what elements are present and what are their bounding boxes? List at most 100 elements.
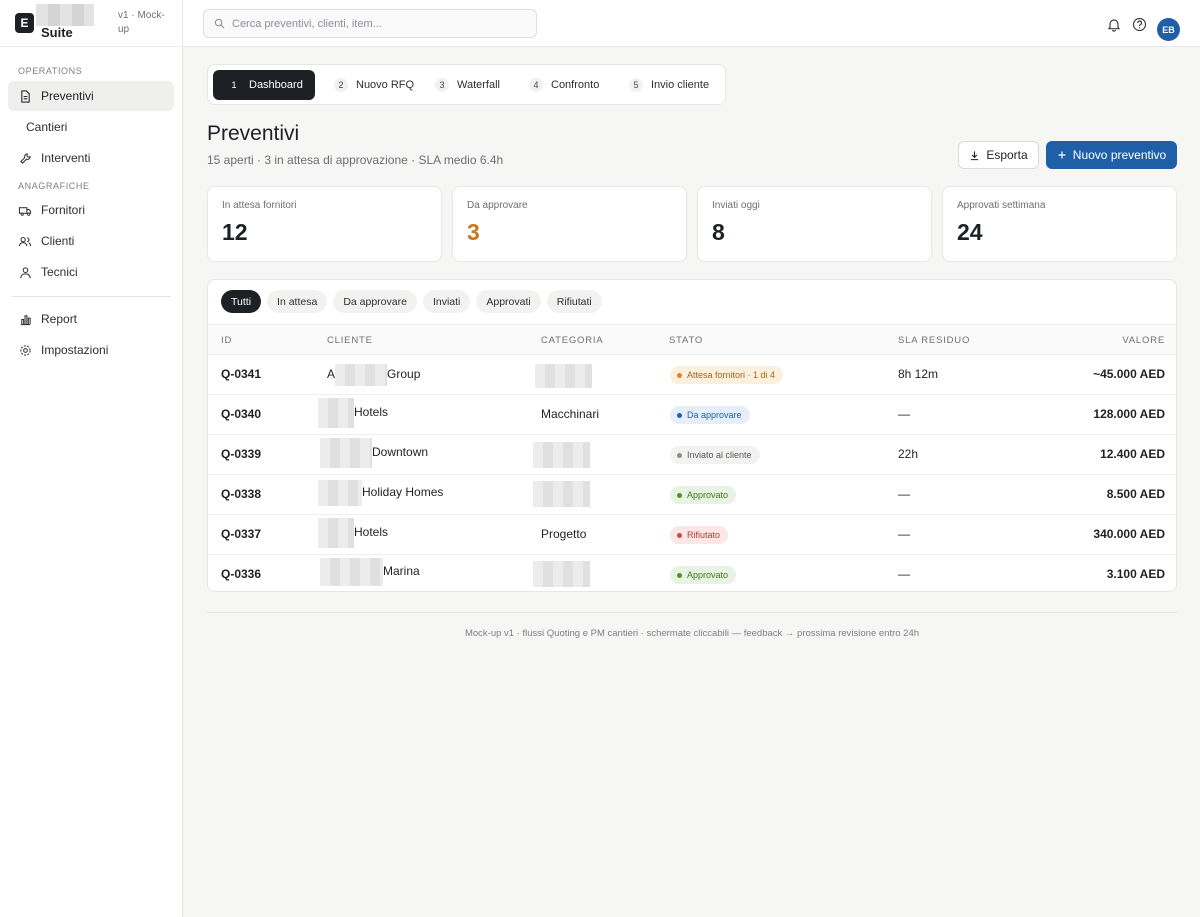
search-input[interactable] <box>232 17 522 30</box>
quote-id: Q-0341 <box>221 367 262 381</box>
redacted-text <box>318 398 354 428</box>
search-icon <box>214 18 226 30</box>
status-badge: Approvato <box>670 566 737 584</box>
divider <box>12 296 171 297</box>
search-box[interactable] <box>203 9 537 38</box>
step-number: 1 <box>231 80 237 90</box>
status-badge: Rifiutato <box>670 526 729 544</box>
client-name: Downtown <box>372 445 429 460</box>
quote-id: Q-0337 <box>221 527 262 541</box>
table-row[interactable]: Q-0338 Holiday Homes Approvato — 8.500 A… <box>208 475 1176 515</box>
sidebar-item-label: Fornitori <box>41 203 86 217</box>
sidebar-item-tecnici[interactable]: Tecnici <box>8 257 174 287</box>
sidebar-item-label: Tecnici <box>41 265 78 279</box>
kpi-value: 3 <box>467 219 480 245</box>
column-header-categoria[interactable]: CATEGORIA <box>541 335 603 346</box>
sidebar-item-fornitori[interactable]: Fornitori <box>8 195 174 225</box>
brand[interactable]: E Suite v1 · Mock-up <box>14 4 179 44</box>
download-icon <box>969 150 980 161</box>
kpi-label: Approvati settimana <box>957 200 1046 211</box>
column-header-cliente[interactable]: CLIENTE <box>327 335 373 346</box>
page-title: Preventivi <box>207 122 300 145</box>
tab-confronto[interactable]: 4 Confronto <box>515 70 611 100</box>
footer-note: Mock-up v1 · flussi Quoting e PM cantier… <box>464 628 920 639</box>
avatar[interactable]: EB <box>1157 18 1180 41</box>
table-row[interactable]: Q-0336 Marina Approvato — 3.100 AED <box>208 555 1176 591</box>
tab-dashboard[interactable]: 1 Dashboard <box>213 70 315 100</box>
column-header-id[interactable]: ID <box>221 335 232 346</box>
category-cell: Progetto <box>541 527 587 541</box>
tab-nuovo-rfq[interactable]: 2 Nuovo RFQ <box>320 70 426 100</box>
tab-waterfall[interactable]: 3 Waterfall <box>421 70 512 100</box>
client-name: Holiday Homes <box>362 485 444 500</box>
sidebar-item-preventivi[interactable]: Preventivi <box>8 81 174 111</box>
help-icon[interactable] <box>1131 16 1147 32</box>
sidebar-item-label: Preventivi <box>41 89 94 103</box>
redacted-text <box>533 442 590 468</box>
sidebar-item-report[interactable]: Report <box>8 304 174 334</box>
sla-cell: 8h 12m <box>898 367 939 381</box>
sla-cell: — <box>898 487 910 501</box>
topbar: EB <box>183 0 1200 47</box>
quote-id: Q-0336 <box>221 567 262 581</box>
quotes-table: Tutti In attesa Da approvare Inviati App… <box>207 279 1177 592</box>
client-name: Hotels <box>354 525 389 540</box>
column-header-valore[interactable]: VALORE <box>1122 335 1165 346</box>
redacted-text <box>335 364 388 386</box>
kpi-card-approvati-settimana: Approvati settimana 24 <box>942 186 1177 262</box>
status-badge: Da approvare <box>670 406 750 424</box>
step-label: Nuovo RFQ <box>356 79 415 91</box>
table-row[interactable]: Q-0341 A Group Attesa fornitori · 1 di 4 … <box>208 355 1176 395</box>
filter-inviati[interactable]: Inviati <box>422 290 471 313</box>
step-number: 5 <box>629 78 643 92</box>
brand-logo-redacted <box>36 4 94 26</box>
table-row[interactable]: Q-0339 Downtown Inviato al cliente 22h 1… <box>208 435 1176 475</box>
section-title-operations: OPERATIONS <box>18 66 83 76</box>
status-filters: Tutti In attesa Da approvare Inviati App… <box>221 290 608 313</box>
client-cell: Hotels <box>318 518 388 548</box>
users-icon <box>18 234 32 248</box>
sidebar-item-label: Cantieri <box>26 120 68 134</box>
category-cell <box>533 442 590 468</box>
value-cell: 3.100 AED <box>1106 567 1165 581</box>
sidebar-item-label: Interventi <box>41 151 91 165</box>
new-quote-button[interactable]: Nuovo preventivo <box>1046 141 1177 169</box>
table-row[interactable]: Q-0340 Hotels Macchinari Da approvare — … <box>208 395 1176 435</box>
client-prefix: A <box>327 367 336 382</box>
filter-tutti[interactable]: Tutti <box>221 290 262 313</box>
filter-in-attesa[interactable]: In attesa <box>267 290 328 313</box>
client-cell: A Group <box>327 364 420 386</box>
sla-cell: — <box>898 567 910 581</box>
column-header-sla[interactable]: SLA RESIDUO <box>898 335 970 346</box>
step-number: 3 <box>435 78 449 92</box>
sidebar-item-label: Clienti <box>41 234 75 248</box>
sidebar-item-interventi[interactable]: Interventi <box>8 143 174 173</box>
redacted-text <box>318 480 362 506</box>
value-cell: 340.000 AED <box>1093 527 1165 541</box>
status-badge: Attesa fornitori · 1 di 4 <box>670 366 784 384</box>
redacted-text <box>533 481 590 507</box>
brand-version: v1 · Mock-up <box>118 10 165 35</box>
kpi-card-inviati-oggi: Inviati oggi 8 <box>697 186 932 262</box>
tab-invio-cliente[interactable]: 5 Invio cliente <box>615 70 721 100</box>
client-cell: Holiday Homes <box>318 480 443 506</box>
brand-name: Suite <box>41 25 73 40</box>
sidebar-item-cantieri[interactable]: Cantieri <box>8 112 174 142</box>
brand-logo: E <box>15 13 34 33</box>
sidebar-item-clienti[interactable]: Clienti <box>8 226 174 256</box>
column-header-stato[interactable]: STATO <box>669 335 703 346</box>
export-button[interactable]: Esporta <box>958 141 1039 169</box>
category-cell <box>535 364 592 388</box>
kpi-value: 12 <box>222 219 248 245</box>
bell-icon[interactable] <box>1106 16 1122 32</box>
client-cell: Marina <box>320 558 420 586</box>
client-name: Hotels <box>354 405 389 420</box>
quote-id: Q-0340 <box>221 407 262 421</box>
table-row[interactable]: Q-0337 Hotels Progetto Rifiutato — 340.0… <box>208 515 1176 555</box>
sidebar-item-impostazioni[interactable]: Impostazioni <box>8 335 174 365</box>
sla-cell: 22h <box>898 447 919 461</box>
new-quote-button-label: Nuovo preventivo <box>1072 148 1167 162</box>
filter-approvati[interactable]: Approvati <box>476 290 541 313</box>
filter-da-approvare[interactable]: Da approvare <box>333 290 417 313</box>
filter-rifiutati[interactable]: Rifiutati <box>546 290 602 313</box>
